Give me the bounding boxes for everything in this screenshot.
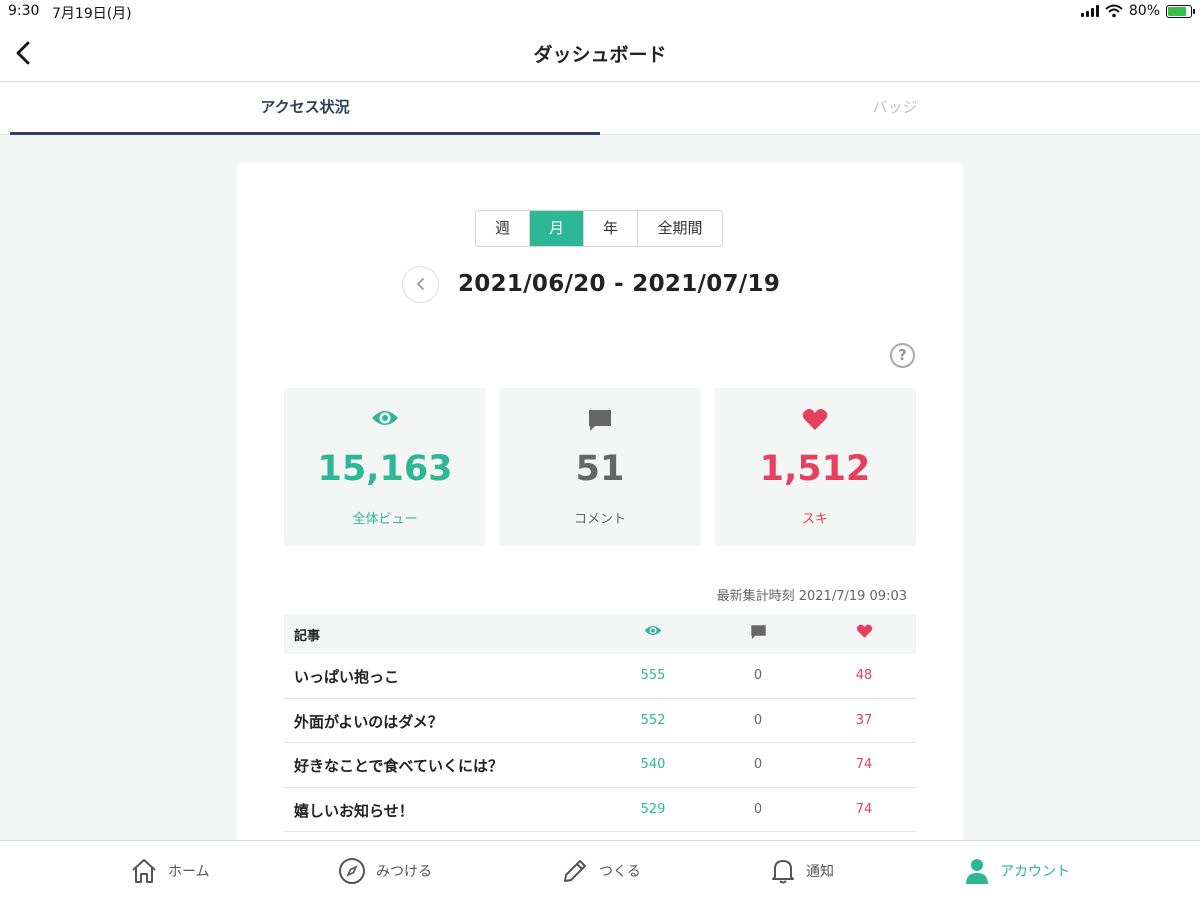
bell-icon [772, 860, 794, 884]
person-icon [966, 859, 988, 884]
period-all[interactable]: 全期間 [638, 211, 722, 246]
heart-icon [856, 624, 872, 638]
article-likes: 37 [855, 712, 873, 728]
article-title: 嬉しいお知らせ！ [294, 801, 414, 820]
tab-access-status[interactable]: アクセス状況 [10, 83, 600, 135]
period-year[interactable]: 年 [584, 211, 638, 246]
last-updated: 最新集計時刻 2021/7/19 09:03 [716, 589, 907, 604]
article-views: 555 [640, 668, 666, 683]
comments-value: 51 [575, 449, 625, 489]
chevron-left-icon [416, 278, 424, 290]
stat-views: 15,163 全体ビュー [284, 388, 486, 546]
tab-bar-top: アクセス状況 バッジ [0, 83, 1200, 135]
tabbar-discover[interactable]: みつける [338, 856, 432, 886]
article-comments: 0 [753, 801, 763, 817]
battery-percent: 80% [1128, 3, 1160, 19]
eye-icon [372, 411, 398, 425]
comments-label: コメント [573, 512, 626, 527]
tabbar-create[interactable]: つくる [561, 856, 641, 886]
wifi-icon [1105, 4, 1123, 18]
tabbar-home[interactable]: ホーム [130, 856, 210, 886]
tabbar-home-label: ホーム [168, 864, 210, 880]
stat-likes: 1,512 スキ [714, 388, 916, 546]
articles-table: 記事 いっぱい抱っこ 555 0 48 外面がよいのはダメ？ 552 0 37 … [284, 614, 916, 832]
article-likes: 74 [855, 757, 873, 772]
dashboard-card: 週 月 年 全期間 2021/06/20 - 2021/07/19 ? 15,1… [237, 163, 963, 853]
article-views: 540 [640, 757, 666, 772]
period-selector: 週 月 年 全期間 [475, 210, 723, 247]
period-month[interactable]: 月 [530, 211, 584, 246]
date-range: 2021/06/20 - 2021/07/19 [458, 271, 781, 297]
article-title: 外面がよいのはダメ？ [294, 712, 443, 731]
article-title: 好きなことで食べていくには？ [294, 757, 503, 775]
likes-label: スキ [801, 512, 828, 527]
bottom-tab-bar: ホーム みつける つくる 通知 アカウント [0, 840, 1200, 900]
battery-icon [1166, 4, 1195, 18]
tab-badges[interactable]: バッジ [600, 83, 1190, 135]
tabbar-notifications-label: 通知 [806, 864, 834, 880]
status-bar: 9:30 7月19日(月) 80% [0, 0, 1200, 26]
previous-period-button[interactable] [402, 265, 439, 303]
status-date: 7月19日(月) [52, 6, 132, 22]
article-likes: 48 [855, 668, 873, 683]
heart-icon [802, 409, 828, 430]
comment-icon [750, 625, 766, 640]
article-likes: 74 [855, 801, 873, 817]
home-icon [132, 859, 156, 883]
article-views: 552 [640, 712, 666, 728]
article-title: いっぱい抱っこ [294, 668, 400, 686]
comment-icon [589, 410, 611, 431]
table-row[interactable]: 嬉しいお知らせ！ 529 0 74 [284, 788, 916, 832]
table-row[interactable]: 外面がよいのはダメ？ 552 0 37 [284, 699, 916, 743]
tabbar-notifications[interactable]: 通知 [770, 856, 834, 886]
signal-icon [1080, 5, 1099, 17]
tabbar-account-label: アカウント [1000, 864, 1070, 880]
table-row[interactable]: 好きなことで食べていくには？ 540 0 74 [284, 743, 916, 788]
views-value: 15,163 [317, 449, 453, 489]
table-header-articles: 記事 [294, 629, 321, 644]
article-comments: 0 [753, 668, 763, 683]
tabbar-create-label: つくる [599, 864, 641, 880]
article-views: 529 [640, 801, 666, 817]
likes-value: 1,512 [759, 449, 871, 489]
compass-icon [339, 858, 365, 884]
help-icon[interactable]: ? [890, 343, 915, 368]
date-range-row: 2021/06/20 - 2021/07/19 [402, 265, 780, 303]
stat-comments: 51 コメント [499, 388, 701, 546]
article-comments: 0 [753, 757, 763, 772]
tabbar-account[interactable]: アカウント [964, 856, 1070, 886]
article-comments: 0 [753, 712, 763, 728]
tabbar-discover-label: みつける [376, 864, 432, 880]
status-time: 9:30 [8, 3, 40, 19]
views-label: 全体ビュー [352, 512, 418, 527]
page-title: ダッシュボード [533, 44, 667, 66]
period-week[interactable]: 週 [476, 211, 530, 246]
navigation-bar: ダッシュボード [0, 26, 1200, 82]
eye-icon [644, 626, 662, 635]
status-indicators: 80% [1080, 3, 1195, 19]
table-header: 記事 [284, 614, 916, 654]
table-row[interactable]: いっぱい抱っこ 555 0 48 [284, 654, 916, 699]
pencil-icon [564, 860, 586, 882]
